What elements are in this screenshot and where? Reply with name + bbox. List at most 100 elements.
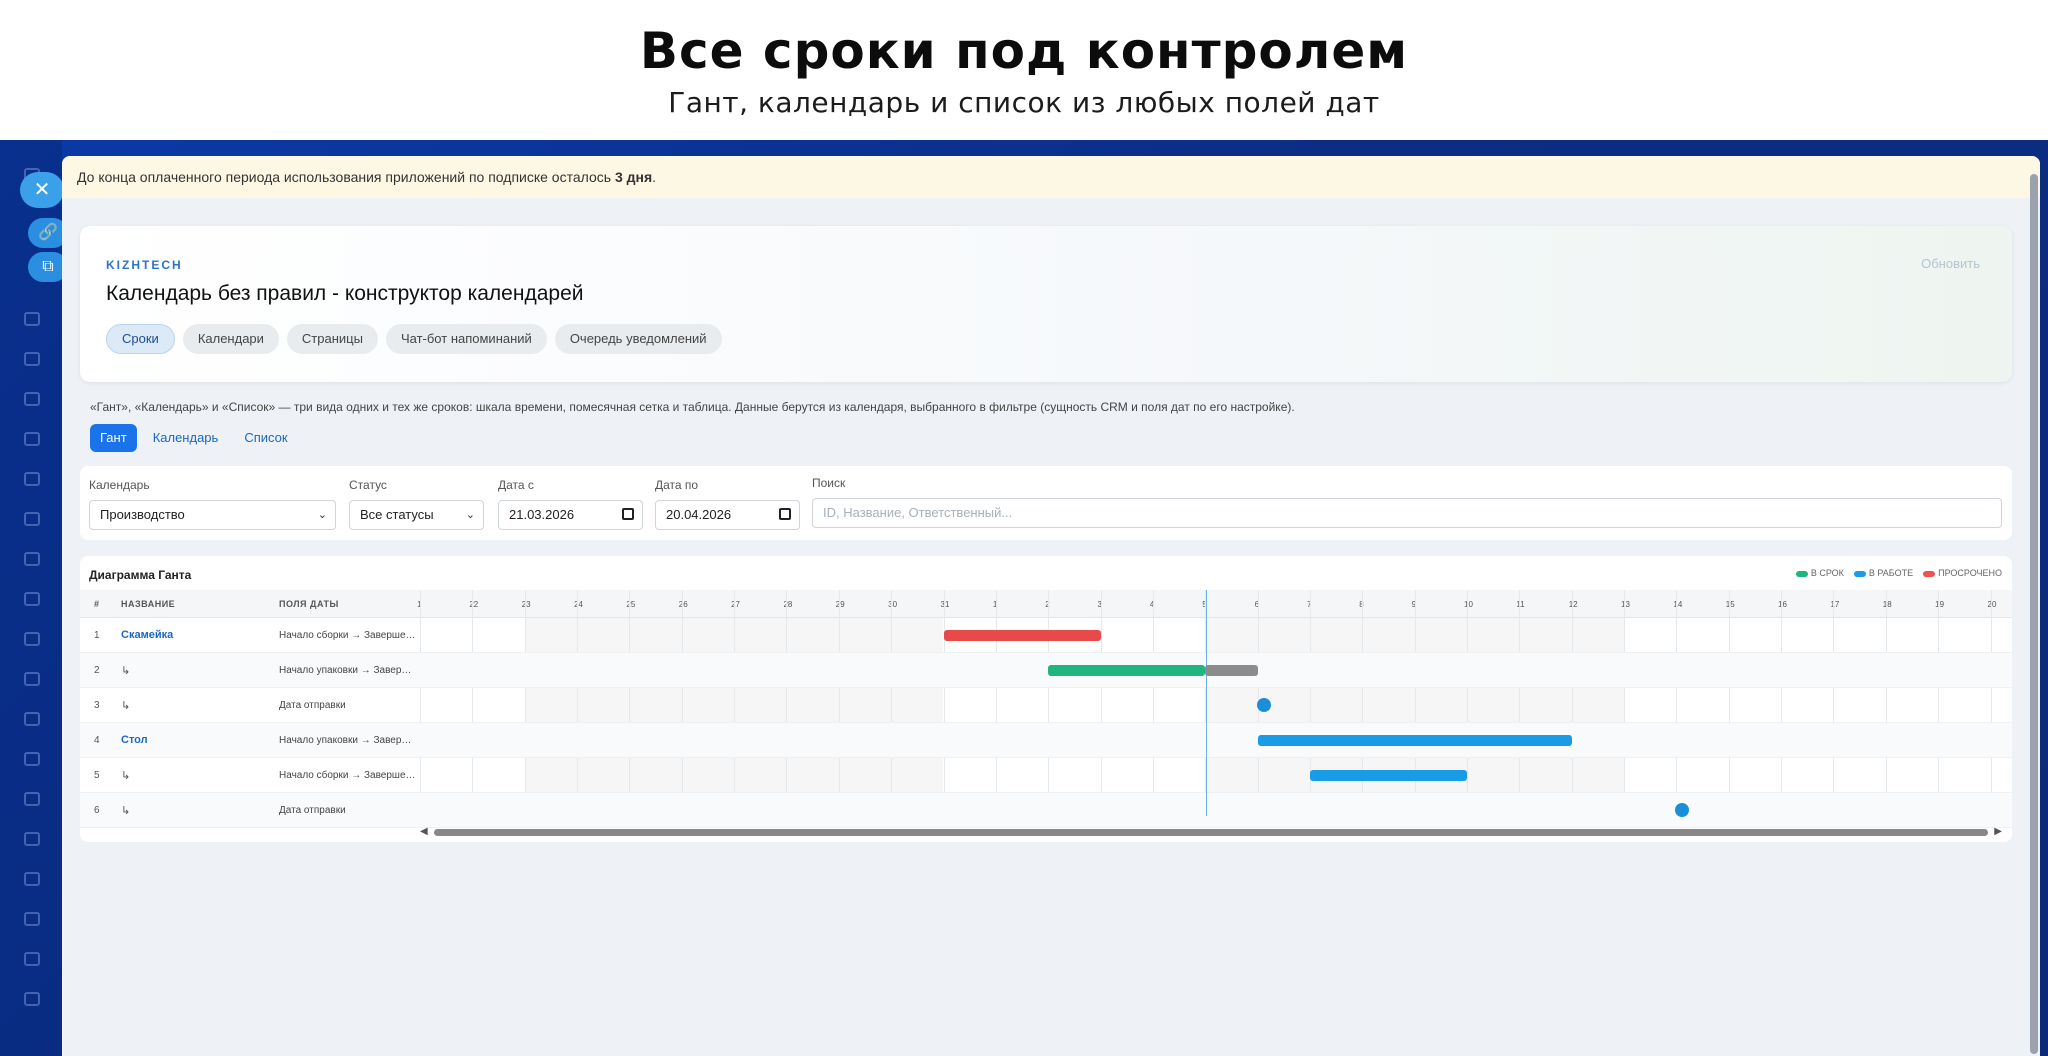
today-marker <box>1206 590 1207 816</box>
gantt-bar-in-progress[interactable] <box>1309 770 1467 781</box>
calendar-icon[interactable] <box>622 508 634 520</box>
bg-nav-icon <box>24 832 40 846</box>
calendar-select[interactable]: Производство ⌄ <box>89 500 336 530</box>
row-date-fields: Дата отправки <box>279 700 346 711</box>
close-slider-button[interactable]: ✕ <box>20 172 64 208</box>
gantt-row[interactable]: 5 ↳ Начало сборки → Завершение сборки <box>80 758 2012 793</box>
gantt-bar-overdue[interactable] <box>943 630 1101 641</box>
bg-nav-icon <box>24 752 40 766</box>
row-number: 3 <box>94 700 100 711</box>
subscription-notice: До конца оплаченного периода использован… <box>62 156 2040 198</box>
promo-header: Все сроки под контролем Гант, календарь … <box>0 0 2048 140</box>
tab-list[interactable]: Список <box>234 424 297 452</box>
calendar-filter-label: Календарь <box>89 478 150 492</box>
gantt-bar-remaining[interactable] <box>1205 665 1258 676</box>
tab-calendar[interactable]: Календарь <box>143 424 229 452</box>
gantt-bar-on-time[interactable] <box>1048 665 1206 676</box>
row-date-fields: Начало сборки → Завершение сборки <box>279 630 419 641</box>
legend-on-time: В СРОК <box>1795 568 1844 578</box>
gantt-milestone[interactable] <box>1256 698 1271 712</box>
day-label: 27 <box>731 600 740 609</box>
day-label: 29 <box>835 600 845 609</box>
gantt-chart: Диаграмма Ганта В СРОК В РАБОТЕ ПРОСРОЧЕ… <box>80 556 2012 842</box>
col-name: НАЗВАНИЕ <box>121 599 176 609</box>
day-label: 13 <box>1621 600 1630 609</box>
day-label: 28 <box>783 600 793 609</box>
day-label: 25 <box>626 600 636 609</box>
legend-overdue: ПРОСРОЧЕНО <box>1923 568 2002 578</box>
bg-nav-icon <box>24 672 40 686</box>
status-filter-label: Статус <box>349 478 387 492</box>
gantt-title: Диаграмма Ганта <box>89 568 192 582</box>
calendar-filter: Календарь Производство ⌄ <box>89 478 336 530</box>
gantt-row[interactable]: 6 ↳ Дата отправки <box>80 793 2012 828</box>
pill-deadlines[interactable]: Сроки <box>106 324 175 354</box>
app-title: Календарь без правил - конструктор кален… <box>106 282 584 305</box>
row-date-fields: Начало упаковки → Завершение упаковки <box>279 735 419 746</box>
calendar-select-value: Производство <box>100 507 185 522</box>
search-filter: Поиск ID, Название, Ответственный... <box>812 476 2002 528</box>
row-number: 1 <box>94 630 100 641</box>
gantt-row[interactable]: 4 Стол Начало упаковки → Завершение упаков… <box>80 723 2012 758</box>
bg-nav-icon <box>24 952 40 966</box>
status-filter: Статус Все статусы ⌄ <box>349 478 484 530</box>
section-pills: Сроки Календари Страницы Чат-бот напомин… <box>106 324 722 354</box>
gantt-legend: В СРОК В РАБОТЕ ПРОСРОЧЕНО <box>1795 568 2002 578</box>
row-date-fields: Начало сборки → Завершение сборки <box>279 770 419 781</box>
pill-pages[interactable]: Страницы <box>286 324 378 354</box>
col-date-fields: ПОЛЯ ДАТЫ <box>279 599 339 609</box>
scroll-left-icon[interactable]: ◀ <box>420 826 428 837</box>
date-to-input[interactable]: 20.04.2026 <box>655 500 800 530</box>
refresh-button[interactable]: Обновить <box>1921 256 1980 271</box>
row-number: 6 <box>94 805 100 816</box>
row-name[interactable]: Стол <box>121 734 148 746</box>
bg-nav-icon <box>24 872 40 886</box>
pill-chatbot[interactable]: Чат-бот напоминаний <box>385 324 547 354</box>
status-select-value: Все статусы <box>360 507 434 522</box>
day-label: 15 <box>1725 600 1735 609</box>
day-label: 11 <box>1516 600 1525 609</box>
horizontal-scrollbar[interactable]: ◀ ▶ <box>420 826 2002 837</box>
row-name: ↳ <box>121 700 131 712</box>
notice-days: 3 дня <box>614 169 653 185</box>
gantt-header: # НАЗВАНИЕ ПОЛЯ ДАТЫ 1222324252627282930… <box>80 590 2012 618</box>
chevron-down-icon: ⌄ <box>465 509 475 521</box>
date-from-filter: Дата с 21.03.2026 <box>498 478 643 530</box>
bg-nav-icon <box>24 432 40 446</box>
filter-bar: Календарь Производство ⌄ Статус Все стат… <box>80 466 2012 540</box>
row-name[interactable]: Скамейка <box>121 629 173 641</box>
gantt-row[interactable]: 2 ↳ Начало упаковки → Завершение упаковки <box>80 653 2012 688</box>
views-description: «Гант», «Календарь» и «Список» — три вид… <box>90 400 1295 414</box>
row-number: 5 <box>94 770 100 781</box>
bg-nav-icon <box>24 712 40 726</box>
chevron-down-icon: ⌄ <box>317 509 327 521</box>
day-label: 16 <box>1778 600 1787 609</box>
promo-subtitle: Гант, календарь и список из любых полей … <box>668 86 1380 119</box>
day-label: 17 <box>1830 600 1840 609</box>
day-label: 19 <box>1935 600 1945 609</box>
row-number: 4 <box>94 735 100 746</box>
status-select[interactable]: Все статусы ⌄ <box>349 500 484 530</box>
date-to-label: Дата по <box>655 478 699 492</box>
row-name: ↳ <box>121 665 131 677</box>
bg-nav-icon <box>24 512 40 526</box>
day-label: 10 <box>1464 600 1473 609</box>
vertical-scrollbar[interactable] <box>2030 174 2038 1054</box>
col-number: # <box>94 599 100 609</box>
date-from-input[interactable]: 21.03.2026 <box>498 500 643 530</box>
date-to-filter: Дата по 20.04.2026 <box>655 478 800 530</box>
row-name: ↳ <box>121 805 131 817</box>
date-from-label: Дата с <box>498 478 534 492</box>
scroll-right-icon[interactable]: ▶ <box>1994 826 2002 837</box>
scroll-thumb[interactable] <box>434 829 1988 836</box>
calendar-icon[interactable] <box>779 508 791 520</box>
gantt-bar-in-progress[interactable] <box>1257 735 1572 746</box>
search-input[interactable]: ID, Название, Ответственный... <box>812 498 2002 528</box>
pill-notification-queue[interactable]: Очередь уведомлений <box>554 324 722 354</box>
tab-gantt[interactable]: Гант <box>90 424 137 452</box>
pill-calendars[interactable]: Календари <box>182 324 279 354</box>
notice-end: . <box>652 169 657 185</box>
bg-nav-icon <box>24 472 40 486</box>
gantt-row[interactable]: 3 ↳ Дата отправки <box>80 688 2012 723</box>
bg-nav-icon <box>24 592 40 606</box>
